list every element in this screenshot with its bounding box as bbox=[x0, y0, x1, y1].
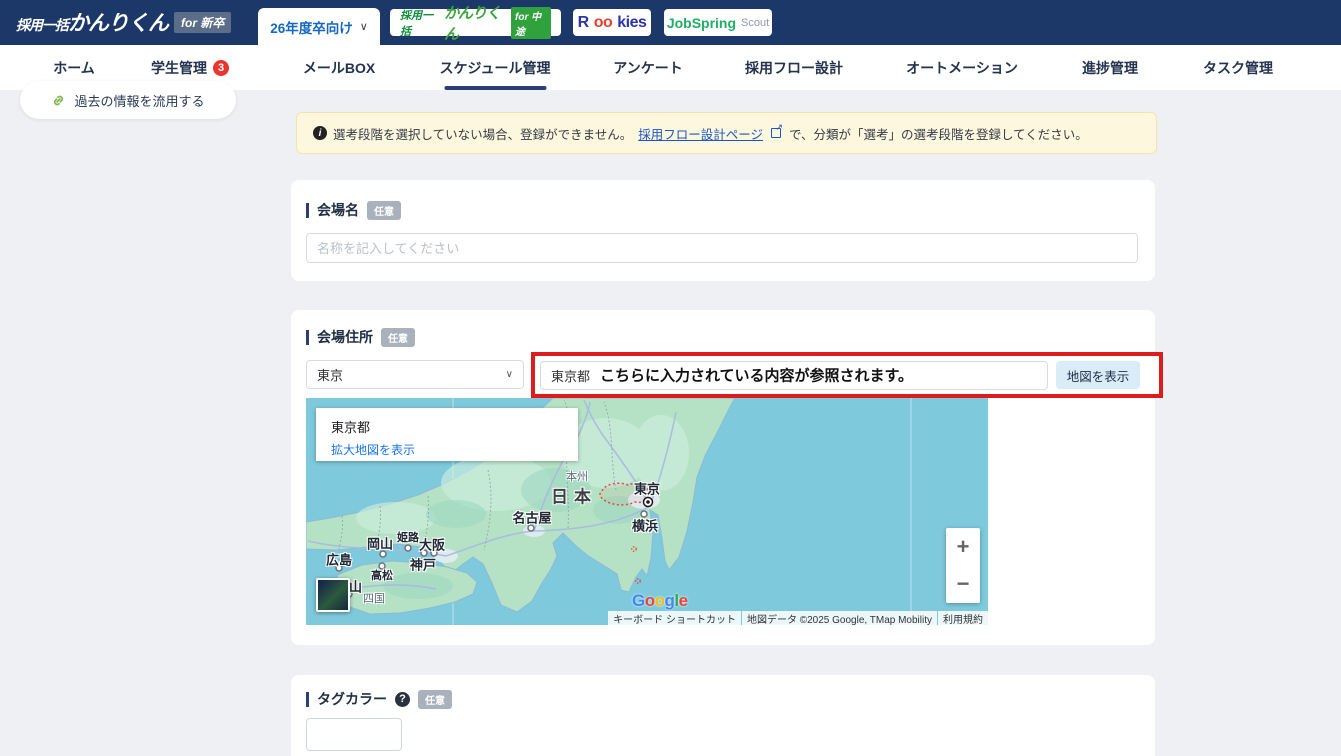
map-label-osaka: 大阪 bbox=[419, 535, 445, 554]
app-switch-chuto-prefix: 採用一括 bbox=[400, 7, 439, 39]
map-label-takamatsu: 高松 bbox=[371, 567, 393, 583]
map-info-window: 東京都 拡大地図を表示 bbox=[316, 408, 578, 461]
google-logo[interactable]: Google bbox=[632, 591, 688, 611]
jobspring-logo-suffix: Scout bbox=[741, 17, 769, 29]
map-attribution: キーボード ショートカット 地図データ ©2025 Google, TMap M… bbox=[608, 611, 988, 625]
app-switch-rookies[interactable]: Rookies bbox=[573, 9, 651, 36]
app-logo-badge: for 新卒 bbox=[174, 12, 231, 33]
venue-address-input[interactable] bbox=[540, 361, 1048, 390]
chevron-down-icon: ∨ bbox=[360, 20, 368, 33]
graduation-year-label: 26年度卒向け bbox=[270, 17, 353, 37]
map-label-japan: 日本 bbox=[551, 483, 597, 508]
map-info-title: 東京都 bbox=[331, 417, 563, 436]
google-map[interactable]: 本州 日本 東京 横浜 名古屋 大阪 神戸 姫路 岡山 広島 高松 松山 四国 … bbox=[306, 398, 988, 625]
map-zoom-control: + − bbox=[946, 528, 980, 603]
nav-item-mailbox[interactable]: メールBOX bbox=[303, 45, 375, 90]
chevron-down-icon: ∨ bbox=[506, 369, 513, 380]
rookies-logo-part: oo bbox=[594, 14, 613, 32]
venue-address-header: 会場住所 任意 bbox=[306, 327, 415, 347]
venue-name-input[interactable] bbox=[306, 233, 1138, 263]
nav-item-tasks[interactable]: タスク管理 bbox=[1203, 45, 1273, 90]
view-larger-map-link[interactable]: 拡大地図を表示 bbox=[331, 441, 563, 458]
notice-text-after: で、分類が「選考」の選考段階を登録してください。 bbox=[789, 124, 1088, 143]
rookies-logo-part: kies bbox=[617, 14, 646, 32]
flow-design-page-link[interactable]: 採用フロー設計ページ bbox=[638, 124, 763, 143]
map-label-okayama: 岡山 bbox=[367, 534, 393, 553]
nav-item-label: メールBOX bbox=[303, 58, 375, 78]
app-logo-text: 採用一括かんりくん bbox=[16, 7, 168, 37]
nav-item-label: オートメーション bbox=[906, 58, 1018, 78]
map-label-hiroshima: 広島 bbox=[326, 550, 352, 569]
map-label-nagoya: 名古屋 bbox=[512, 508, 551, 527]
selection-stage-notice: i 選考段階を選択していない場合、登録ができません。 採用フロー設計ページ で、… bbox=[296, 112, 1157, 154]
jobspring-logo: JobSpring bbox=[667, 15, 736, 31]
address-annotation-highlight: こちらに入力されている内容が参照されます。 地図を表示 bbox=[531, 352, 1163, 398]
reuse-past-info-button[interactable]: 過去の情報を流用する bbox=[20, 81, 236, 119]
app-switch-jobspring[interactable]: JobSpring Scout bbox=[664, 9, 772, 36]
section-accent-bar bbox=[306, 330, 309, 345]
rookies-logo-part: R bbox=[578, 14, 589, 32]
nav-item-label: タスク管理 bbox=[1203, 58, 1273, 78]
venue-name-card: 会場名 任意 bbox=[291, 180, 1155, 281]
graduation-year-selector[interactable]: 26年度卒向け ∨ bbox=[258, 8, 380, 45]
terms-of-use-link[interactable]: 利用規約 bbox=[938, 611, 988, 625]
active-tab-underline bbox=[444, 86, 546, 90]
notice-text-before: 選考段階を選択していない場合、登録ができません。 bbox=[333, 124, 632, 143]
keyboard-shortcuts-link[interactable]: キーボード ショートカット bbox=[608, 611, 741, 625]
nav-item-label: 採用フロー設計 bbox=[745, 58, 843, 78]
nav-item-label: ホーム bbox=[53, 58, 95, 78]
help-icon[interactable]: ? bbox=[395, 692, 410, 707]
nav-item-label: アンケート bbox=[613, 58, 682, 78]
venue-name-title: 会場名 bbox=[317, 200, 359, 220]
nav-item-automation[interactable]: オートメーション bbox=[906, 45, 1018, 90]
reuse-past-info-label: 過去の情報を流用する bbox=[74, 91, 204, 110]
nav-item-progress[interactable]: 進捗管理 bbox=[1082, 45, 1138, 90]
map-label-kobe: 神戸 bbox=[410, 555, 436, 574]
tag-color-header: タグカラー ? 任意 bbox=[306, 689, 452, 709]
optional-badge: 任意 bbox=[381, 328, 415, 347]
satellite-view-toggle[interactable] bbox=[316, 578, 350, 612]
optional-badge: 任意 bbox=[367, 201, 401, 220]
zoom-in-button[interactable]: + bbox=[946, 528, 980, 566]
optional-badge: 任意 bbox=[418, 690, 452, 709]
info-icon: i bbox=[313, 126, 327, 140]
nav-item-label: スケジュール管理 bbox=[439, 58, 550, 78]
external-link-icon bbox=[771, 128, 781, 138]
venue-address-title: 会場住所 bbox=[317, 327, 373, 347]
zoom-out-button[interactable]: − bbox=[946, 566, 980, 604]
section-accent-bar bbox=[306, 692, 309, 707]
address-input-wrap: こちらに入力されている内容が参照されます。 bbox=[540, 361, 1048, 390]
app-logo: 採用一括かんりくん for 新卒 bbox=[16, 7, 231, 37]
app-switch-chuto[interactable]: 採用一括かんりくん for 中途 bbox=[390, 9, 561, 36]
tag-color-card: タグカラー ? 任意 bbox=[291, 675, 1155, 756]
app-switch-chuto-name: かんりくん bbox=[444, 2, 506, 44]
map-label-shikoku: 四国 bbox=[363, 590, 385, 606]
map-label-yokohama: 横浜 bbox=[632, 516, 658, 535]
nav-item-flow-design[interactable]: 採用フロー設計 bbox=[745, 45, 843, 90]
notification-count-badge: 3 bbox=[213, 60, 229, 76]
nav-item-schedule[interactable]: スケジュール管理 bbox=[439, 45, 550, 90]
map-label-himeji: 姫路 bbox=[397, 529, 419, 545]
prefecture-select[interactable]: 東京 ∨ bbox=[306, 360, 524, 389]
prefecture-select-value: 東京 bbox=[317, 365, 343, 384]
tag-color-title: タグカラー bbox=[317, 689, 387, 709]
venue-name-header: 会場名 任意 bbox=[306, 200, 401, 220]
show-map-button[interactable]: 地図を表示 bbox=[1056, 361, 1140, 389]
app-header: 採用一括かんりくん for 新卒 26年度卒向け ∨ 採用一括かんりくん for… bbox=[0, 0, 1341, 45]
section-accent-bar bbox=[306, 203, 309, 218]
link-icon bbox=[51, 93, 66, 108]
map-label-tokyo: 東京 bbox=[634, 479, 660, 498]
nav-item-label: 進捗管理 bbox=[1082, 58, 1138, 78]
nav-item-survey[interactable]: アンケート bbox=[613, 45, 682, 90]
map-data-attribution: 地図データ ©2025 Google, TMap Mobility bbox=[742, 611, 937, 625]
nav-item-label: 学生管理 bbox=[151, 58, 207, 78]
app-switch-chuto-badge: for 中途 bbox=[511, 7, 551, 39]
tag-color-input[interactable] bbox=[306, 718, 402, 751]
